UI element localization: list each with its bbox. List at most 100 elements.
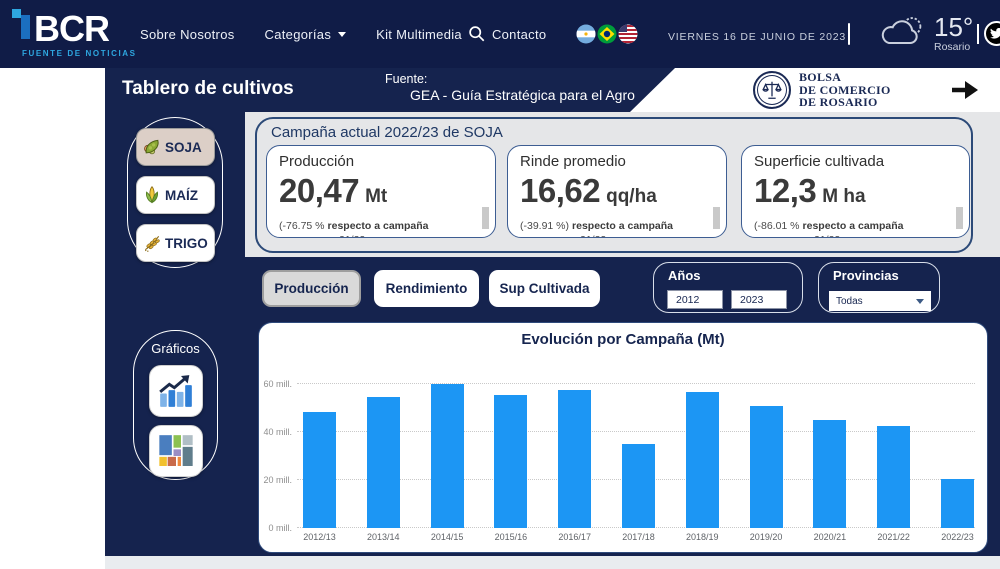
nav-date: VIERNES 16 DE JUNIO DE 2023	[668, 31, 846, 43]
provinces-filter: Provincias Todas	[818, 262, 940, 313]
bar-2016/17[interactable]	[558, 390, 591, 528]
year-to-input[interactable]	[731, 290, 787, 309]
stat-card-superficie: Superficie cultivada 12,3M ha (-86.01 %r…	[741, 145, 970, 238]
nav-item-contacto[interactable]: Contacto	[492, 27, 546, 42]
chevron-down-icon	[916, 299, 924, 304]
stat-card-rinde: Rinde promedio 16,62qq/ha (-39.91 %)resp…	[507, 145, 727, 238]
bar-2019/20[interactable]	[750, 406, 783, 528]
bar-slot: 2021/22	[877, 384, 910, 528]
trigo-icon	[142, 233, 162, 253]
years-filter: Años	[653, 262, 803, 313]
stat-unit: qq/ha	[606, 186, 657, 207]
x-axis-label: 2021/22	[877, 532, 910, 542]
treemap-icon	[156, 431, 196, 471]
stat-delta-campaign: 21/22	[580, 234, 714, 238]
bar-chart-icon	[156, 371, 196, 411]
crop-button-trigo[interactable]: TRIGO	[136, 224, 215, 262]
bar-2014/15[interactable]	[431, 384, 464, 528]
twitter-divider	[977, 24, 979, 44]
nav-item-kit-multimedia[interactable]: Kit Multimedia	[376, 27, 462, 42]
stat-delta: (-76.75 %respecto a campaña	[279, 220, 483, 232]
year-from-input[interactable]	[667, 290, 723, 309]
stat-delta-campaign: 21/22	[814, 234, 957, 238]
card-scrollbar[interactable]	[482, 207, 489, 229]
bar-slot: 2017/18	[622, 384, 655, 528]
x-axis-label: 2014/15	[431, 532, 464, 542]
y-axis-tick: 0 mill.	[261, 523, 292, 533]
language-flags	[576, 24, 638, 44]
chevron-down-icon	[338, 32, 346, 37]
nav-divider	[848, 23, 850, 45]
bar-slot: 2012/13	[303, 384, 336, 528]
maiz-icon	[142, 185, 162, 205]
x-axis-label: 2016/17	[558, 532, 591, 542]
bar-slot: 2015/16	[494, 384, 527, 528]
twitter-icon[interactable]	[977, 21, 1000, 46]
x-axis-label: 2018/19	[686, 532, 719, 542]
weather-widget: 15° Rosario	[877, 13, 973, 54]
nav-item-categorias[interactable]: Categorías	[265, 27, 347, 42]
weather-temperature: 15°	[934, 13, 973, 41]
bcr-logo-subtitle: FUENTE DE NOTICIAS	[22, 49, 137, 58]
top-navbar: BCR FUENTE DE NOTICIAS Sobre Nosotros Ca…	[0, 0, 1000, 68]
bar-2022/23[interactable]	[941, 479, 974, 528]
provinces-select[interactable]: Todas	[829, 291, 931, 311]
crop-button-soja[interactable]: SOJA	[136, 128, 215, 166]
bar-2013/14[interactable]	[367, 397, 400, 528]
argentina-flag-icon[interactable]	[576, 24, 596, 44]
next-arrow-icon[interactable]	[950, 78, 980, 107]
tab-sup-cultivada[interactable]: Sup Cultivada	[489, 270, 600, 307]
soja-icon	[142, 137, 162, 157]
bar-2020/21[interactable]	[813, 420, 846, 528]
crop-button-maiz[interactable]: MAÍZ	[136, 176, 215, 214]
bar-2017/18[interactable]	[622, 444, 655, 528]
stat-card-produccion: Producción 20,47Mt (-76.75 %respecto a c…	[266, 145, 496, 238]
y-axis-tick: 60 mill.	[261, 379, 292, 389]
dashboard-title: Tablero de cultivos	[122, 78, 294, 100]
stat-delta: (-39.91 %)respecto a campaña	[520, 220, 714, 232]
bar-2021/22[interactable]	[877, 426, 910, 528]
tab-produccion[interactable]: Producción	[262, 270, 361, 307]
weather-cloud-icon	[877, 13, 925, 54]
bar-slot: 2019/20	[750, 384, 783, 528]
bcr-seal-icon	[753, 71, 791, 109]
x-axis-label: 2017/18	[622, 532, 655, 542]
graficos-label: Gráficos	[134, 341, 217, 356]
bar-slot: 2014/15	[431, 384, 464, 528]
source-value: GEA - Guía Estratégica para el Agro	[410, 87, 635, 103]
tab-rendimiento[interactable]: Rendimiento	[374, 270, 479, 307]
card-scrollbar[interactable]	[956, 207, 963, 229]
evolution-chart-card: Evolución por Campaña (Mt) 0 mill.20 mil…	[258, 322, 988, 553]
campaign-summary-title: Campaña actual 2022/23 de SOJA	[271, 124, 503, 141]
y-axis-tick: 20 mill.	[261, 475, 292, 485]
campaign-summary-panel: Campaña actual 2022/23 de SOJA Producció…	[255, 117, 973, 253]
tablero-dashboard: Tablero de cultivos Fuente: GEA - Guía E…	[105, 68, 1000, 556]
dashboard-header: Tablero de cultivos Fuente: GEA - Guía E…	[105, 68, 1000, 112]
usa-flag-icon[interactable]	[618, 24, 638, 44]
bcr-logo[interactable]: BCR FUENTE DE NOTICIAS	[10, 7, 137, 58]
x-axis-label: 2012/13	[303, 532, 336, 542]
provinces-label: Provincias	[833, 268, 899, 283]
nav-item-sobre-nosotros[interactable]: Sobre Nosotros	[140, 27, 235, 42]
search-icon[interactable]	[468, 25, 485, 47]
card-scrollbar[interactable]	[713, 207, 720, 229]
brand-name: BOLSA DE COMERCIO DE ROSARIO	[799, 71, 891, 109]
x-axis-label: 2022/23	[941, 532, 974, 542]
x-axis-label: 2020/21	[814, 532, 847, 542]
stat-value: 12,3	[754, 172, 816, 209]
graficos-panel: Gráficos	[133, 330, 218, 480]
bar-slot: 2013/14	[367, 384, 400, 528]
page: BCR FUENTE DE NOTICIAS Sobre Nosotros Ca…	[0, 0, 1000, 569]
nav-menu: Sobre Nosotros Categorías Kit Multimedia…	[140, 0, 546, 68]
stat-value: 16,62	[520, 172, 600, 209]
bar-slot: 2020/21	[813, 384, 846, 528]
treemap-view-button[interactable]	[149, 425, 203, 477]
bar-2015/16[interactable]	[494, 395, 527, 528]
bcr-logo-text: BCR	[34, 12, 109, 46]
bar-2018/19[interactable]	[686, 392, 719, 528]
bar-2012/13[interactable]	[303, 412, 336, 528]
bar-chart-view-button[interactable]	[149, 365, 203, 417]
x-axis-label: 2019/20	[750, 532, 783, 542]
chart-plot: 2012/132013/142014/152015/162016/172017/…	[303, 384, 974, 528]
brazil-flag-icon[interactable]	[597, 24, 617, 44]
